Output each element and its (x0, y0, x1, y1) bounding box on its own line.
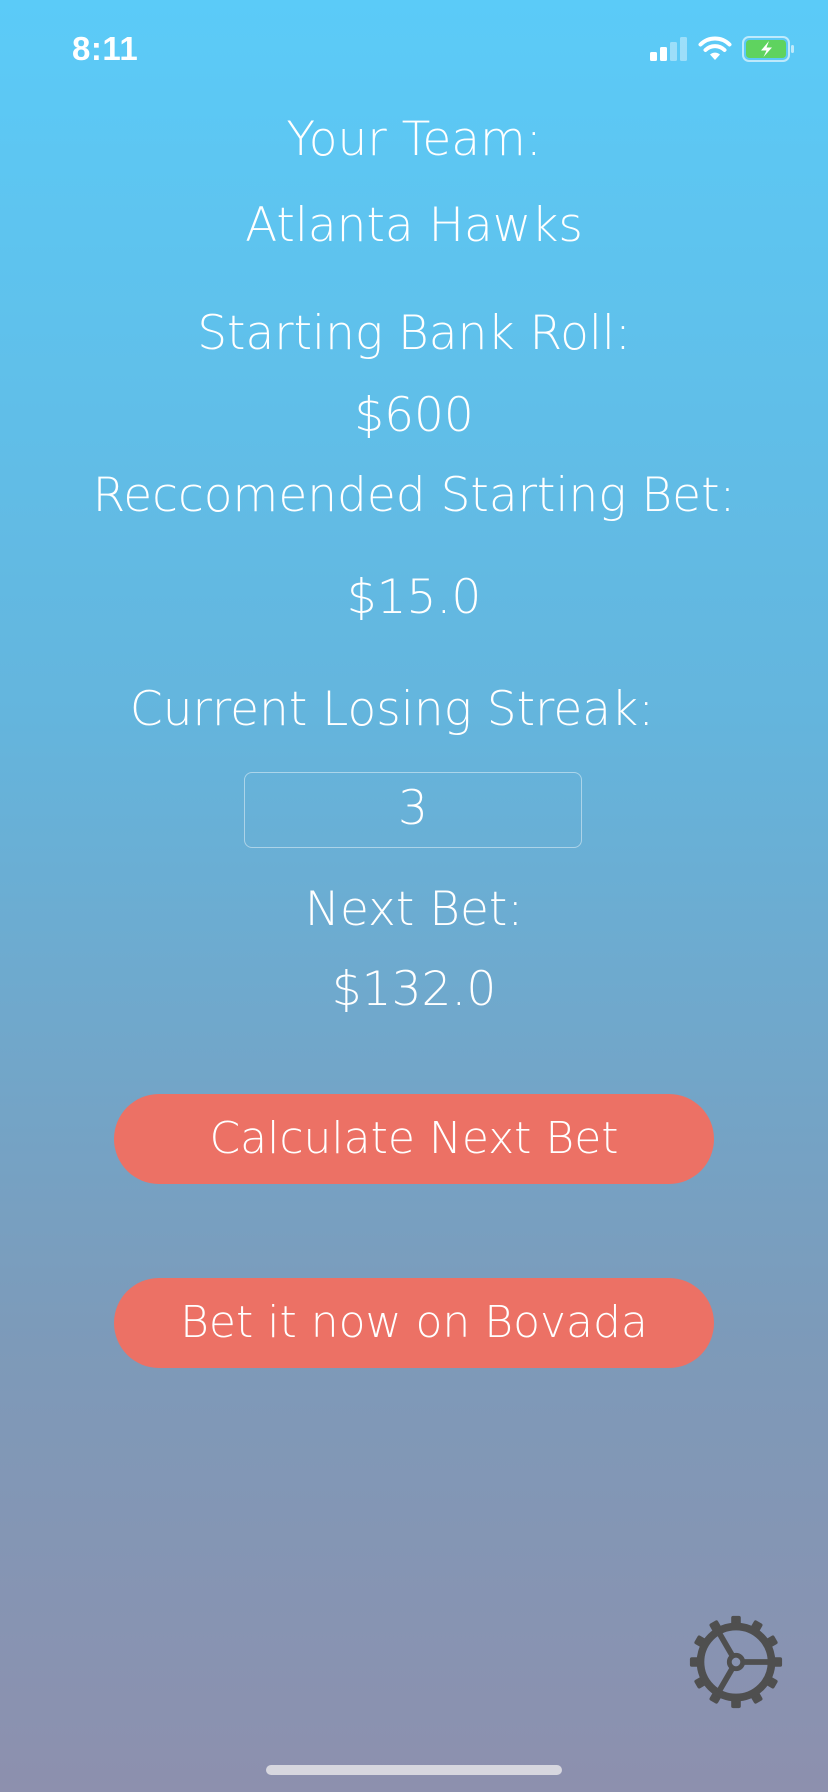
wifi-icon (698, 36, 732, 60)
status-icons (650, 36, 796, 62)
next-bet-label: Next Bet: (304, 882, 524, 937)
battery-charging-icon (742, 36, 794, 62)
calculate-next-bet-button[interactable]: Calculate Next Bet (114, 1094, 714, 1184)
bankroll-value: $600 (354, 388, 474, 443)
cellular-signal-icon (650, 37, 687, 61)
losing-streak-label: Current Losing Streak: (129, 682, 655, 737)
losing-streak-input[interactable]: 3 (244, 772, 582, 848)
starting-bet-value: $15.0 (346, 570, 482, 625)
bankroll-label: Starting Bank Roll: (197, 306, 631, 361)
next-bet-value: $132.0 (331, 962, 497, 1017)
starting-bet-label: Reccomended Starting Bet: (92, 468, 736, 523)
gear-icon[interactable] (688, 1614, 784, 1710)
team-label: Your Team: (286, 112, 542, 167)
status-time: 8:11 (72, 30, 139, 67)
team-name: Atlanta Hawks (245, 198, 583, 253)
bet-on-bovada-button[interactable]: Bet it now on Bovada (114, 1278, 714, 1368)
home-indicator[interactable] (266, 1765, 562, 1775)
status-bar: 8:11 (0, 0, 828, 100)
